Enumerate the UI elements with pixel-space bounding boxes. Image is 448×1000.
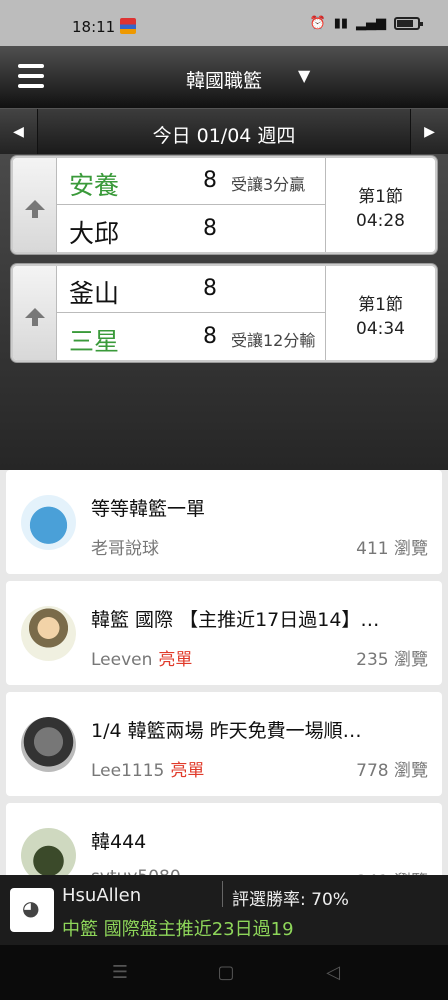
- period-label: 第1節: [358, 295, 403, 315]
- back-icon[interactable]: ◁: [318, 959, 348, 985]
- post-author: Lee1115 亮單: [91, 756, 204, 781]
- game-clock: 04:34: [356, 319, 405, 339]
- expand-cell[interactable]: [13, 266, 57, 360]
- author-name[interactable]: Lee1115: [91, 761, 164, 781]
- banner-user: HsuAllen: [62, 885, 142, 906]
- banner-headline: 中籃 國際盤主推近23日過19: [62, 919, 294, 940]
- featured-pick-banner[interactable]: HsuAllen 評選勝率: 70% 中籃 國際盤主推近23日過19: [0, 875, 448, 945]
- expand-cell[interactable]: [13, 158, 57, 252]
- avatar[interactable]: [21, 717, 76, 772]
- next-date-button[interactable]: ▶: [410, 109, 448, 155]
- avatar[interactable]: [21, 495, 76, 550]
- app-notification-icon: [120, 18, 136, 34]
- team-name: 大邱: [69, 219, 120, 248]
- post-title: 韓籃 國際 【主推近17日過14】…: [91, 609, 380, 631]
- game-period: 第1節 04:28: [325, 158, 435, 252]
- team-score: 8: [203, 276, 217, 301]
- team-row-home: 安養 8 受讓3分贏: [57, 158, 327, 205]
- team-name: 三星: [69, 327, 120, 356]
- post-tag: 亮單: [158, 650, 193, 670]
- post-card[interactable]: 1/4 韓籃兩場 昨天免費一場順… Lee1115 亮單 778 瀏覽: [6, 692, 442, 796]
- team-row-home: 釜山 8: [57, 266, 327, 313]
- post-tag: 亮單: [170, 761, 205, 781]
- team-score: 8: [203, 168, 217, 193]
- date-bar: ◀ 今日 01/04 週四 ▶: [0, 108, 448, 155]
- up-arrow-icon: [24, 308, 45, 326]
- battery-icon: [394, 17, 423, 30]
- post-card[interactable]: 韓444 svtuy5080 241 瀏覽: [6, 803, 442, 875]
- post-views: 411 瀏覽: [356, 539, 428, 559]
- league-title[interactable]: 韓國職籃: [0, 66, 448, 93]
- game-card[interactable]: 釜山 8 三星 8 受讓12分輸 第1節 04:34: [11, 264, 437, 362]
- team-score: 8: [203, 216, 217, 241]
- team-spread: 受讓3分贏: [231, 175, 306, 194]
- league-dropdown-icon[interactable]: ▼: [298, 66, 310, 85]
- author-name[interactable]: svtuy5080: [91, 867, 181, 875]
- status-bar: 18:11 ⏰ ▮▮ ▂▄▆: [0, 0, 448, 46]
- game-period: 第1節 04:34: [325, 266, 435, 360]
- recent-apps-icon[interactable]: ☰: [105, 959, 135, 985]
- signal-icon: ▂▄▆: [356, 16, 386, 31]
- app-header: 韓國職籃 ▼: [0, 46, 448, 108]
- status-time: 18:11: [72, 18, 116, 36]
- post-views: 235 瀏覽: [356, 650, 428, 670]
- scores-panel: 安養 8 受讓3分贏 大邱 8 第1節 04:28 釜山 8 三星 8 受讓12…: [0, 154, 448, 470]
- avatar[interactable]: [21, 606, 76, 661]
- post-card[interactable]: 韓籃 國際 【主推近17日過14】… Leeven 亮單 235 瀏覽: [6, 581, 442, 685]
- divider: [222, 881, 223, 907]
- period-label: 第1節: [358, 187, 403, 207]
- avatar[interactable]: [21, 828, 76, 875]
- post-title: 1/4 韓籃兩場 昨天免費一場順…: [91, 720, 362, 742]
- avatar: [10, 888, 54, 932]
- alarm-icon: ⏰: [309, 16, 326, 31]
- post-views: 241 瀏覽: [356, 867, 428, 875]
- post-card[interactable]: 等等韓籃一單 老哥說球 411 瀏覽: [6, 470, 442, 574]
- volte-icon: ▮▮: [333, 16, 348, 31]
- game-clock: 04:28: [356, 211, 405, 231]
- team-spread: 受讓12分輸: [231, 331, 316, 350]
- team-score: 8: [203, 324, 217, 349]
- posts-list: 等等韓籃一單 老哥說球 411 瀏覽 韓籃 國際 【主推近17日過14】… Le…: [0, 470, 448, 875]
- team-row-away: 三星 8 受讓12分輸: [57, 314, 327, 360]
- post-title: 韓444: [91, 831, 147, 853]
- author-name[interactable]: Leeven: [91, 650, 152, 670]
- post-title: 等等韓籃一單: [91, 498, 206, 520]
- current-date: 今日 01/04 週四: [152, 125, 296, 147]
- team-row-away: 大邱 8: [57, 206, 327, 252]
- post-author: 老哥說球: [91, 534, 165, 559]
- game-card[interactable]: 安養 8 受讓3分贏 大邱 8 第1節 04:28: [11, 156, 437, 254]
- team-name: 釜山: [69, 279, 120, 308]
- status-icons: ⏰ ▮▮ ▂▄▆: [309, 16, 423, 31]
- home-icon[interactable]: ▢: [211, 959, 241, 985]
- win-rate: 評選勝率: 70%: [232, 890, 349, 910]
- post-views: 778 瀏覽: [356, 761, 428, 781]
- system-nav-bar: ☰ ▢ ◁: [0, 945, 448, 1000]
- team-name: 安養: [69, 171, 120, 200]
- author-name[interactable]: 老哥說球: [91, 539, 159, 559]
- up-arrow-icon: [24, 200, 45, 218]
- post-author: Leeven 亮單: [91, 645, 192, 670]
- post-author: svtuy5080: [91, 867, 187, 875]
